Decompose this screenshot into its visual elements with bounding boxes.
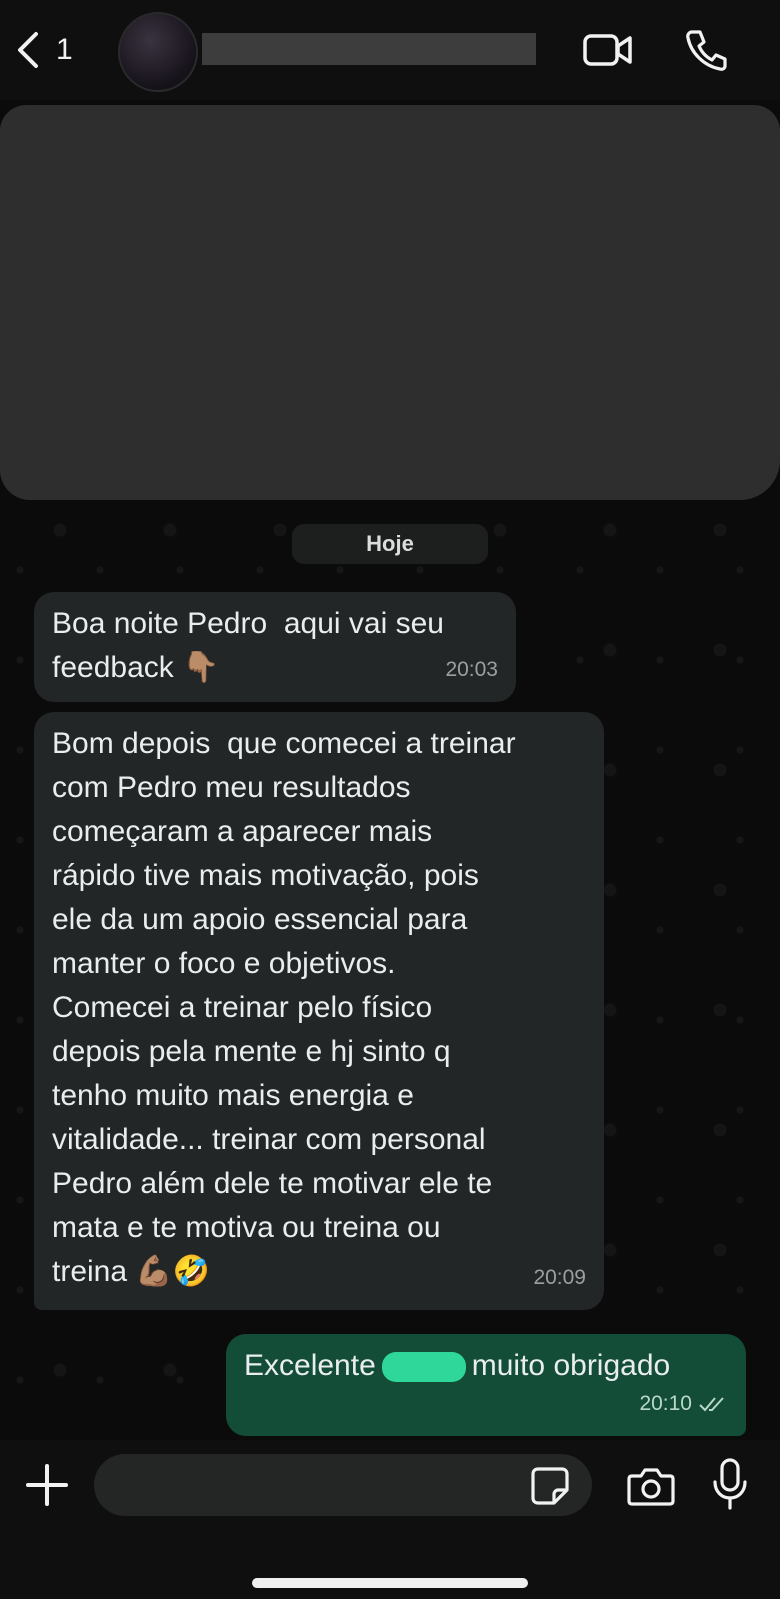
plus-icon[interactable] [24, 1462, 70, 1508]
redacted-name [381, 1352, 466, 1383]
message-time: 20:09 [533, 1266, 586, 1289]
back-chevron-icon [18, 32, 38, 68]
sticker-icon[interactable] [530, 1466, 570, 1506]
double-check-icon [699, 1397, 724, 1412]
message-text: Boa noite Pedro aqui vai seu feedback 👇🏽 [52, 607, 444, 684]
message-text: Bom depois que comecei a treinar com Ped… [52, 727, 516, 1288]
back-button[interactable]: 1 [14, 28, 84, 72]
phone-icon[interactable] [680, 28, 732, 72]
contact-avatar[interactable] [118, 12, 198, 92]
home-indicator[interactable] [252, 1578, 528, 1588]
microphone-icon[interactable] [712, 1458, 748, 1510]
video-call-icon[interactable] [582, 28, 634, 72]
contact-name-redacted[interactable] [202, 33, 536, 65]
message-text-start: Excelente [244, 1349, 376, 1382]
unread-count: 1 [56, 33, 73, 66]
message-input[interactable] [94, 1454, 592, 1516]
message-bubble-incoming[interactable]: Boa noite Pedro aqui vai seu feedback 👇🏽… [34, 592, 516, 702]
message-time: 20:10 [639, 1392, 692, 1415]
message-bubble-outgoing[interactable]: Excelente muito obrigado 20:10 [226, 1334, 746, 1436]
input-bar [0, 1440, 780, 1599]
message-bubble-incoming[interactable]: Bom depois que comecei a treinar com Ped… [34, 712, 604, 1310]
message-text-end: muito obrigado [471, 1349, 671, 1382]
camera-icon[interactable] [626, 1464, 676, 1508]
date-separator: Hoje [292, 524, 488, 564]
message-meta: 20:10 [639, 1382, 728, 1426]
message-time: 20:03 [445, 658, 498, 681]
chat-header: 1 [0, 0, 780, 100]
redacted-messages [500, 360, 780, 500]
